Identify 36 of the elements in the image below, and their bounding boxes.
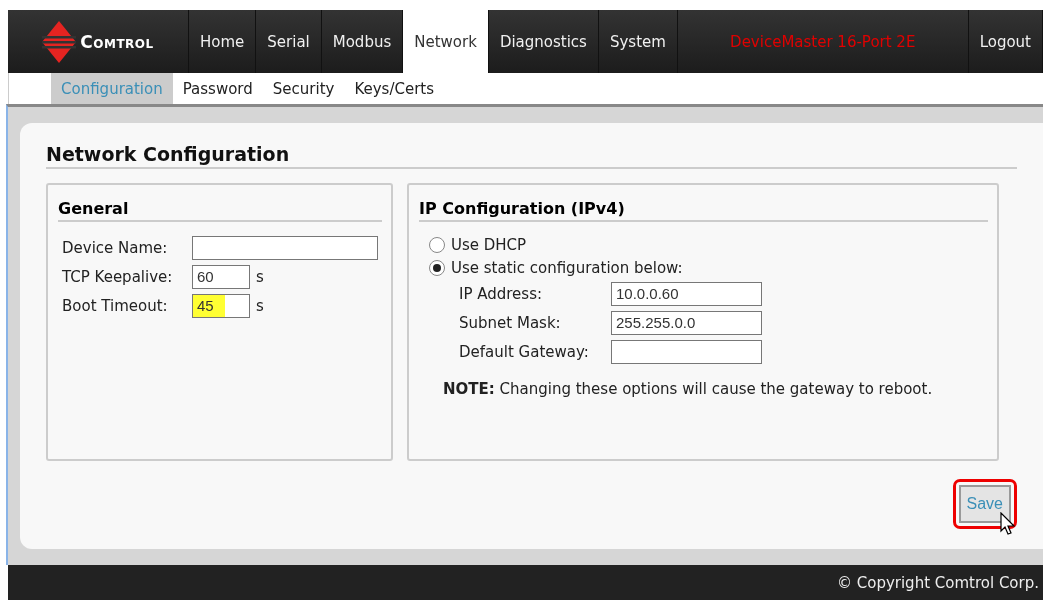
radio-button[interactable] [429,260,445,276]
subnav-tab[interactable]: Password [172,73,263,104]
field-label: TCP Keepalive: [61,268,174,286]
field-label: Boot Timeout: [61,297,169,315]
nav-tab[interactable]: Serial [256,10,322,73]
nav-tab[interactable]: Diagnostics [488,10,599,73]
input-field[interactable]: 10.0.0.60 [611,282,762,306]
note-text: NOTE: Changing these options will cause the gateway to reboot. [443,380,934,398]
input-field[interactable]: 255.255.0.0 [611,311,762,335]
field-label: Default Gateway: [458,343,590,361]
nav-tab[interactable]: Logout [968,10,1043,73]
nav-tab[interactable]: Home [189,10,257,73]
logo-icon [42,20,77,63]
field-label: IP Address: [458,285,544,303]
nav-tab[interactable]: Network [403,10,489,73]
field-label: Device Name: [61,239,169,257]
cursor-icon [999,512,1016,536]
radio-label: Use DHCP [451,236,527,254]
subnav-tab[interactable]: Keys/Certs [344,73,445,104]
field-label: Subnet Mask: [458,314,562,332]
input-field[interactable] [611,340,762,364]
unit-label: s [256,268,264,286]
brand-logo: Comtrol [80,31,154,52]
panel-title: IP Configuration (IPv4) [419,199,988,222]
unit-label: s [256,297,264,315]
nav-tab[interactable]: System [598,10,678,73]
input-field[interactable]: 45 [192,294,250,318]
input-field[interactable] [192,236,378,260]
radio-button[interactable] [429,237,445,253]
input-field[interactable]: 60 [192,265,250,289]
panel-title: General [58,199,382,222]
copyright-text: © Copyright Comtrol Corp. [836,573,1039,592]
subnav-tab[interactable]: Security [262,73,345,104]
radio-label: Use static configuration below: [451,259,683,277]
page-title: Network Configuration [46,143,1017,169]
device-name: DeviceMaster 16-Port 2E [677,10,969,73]
